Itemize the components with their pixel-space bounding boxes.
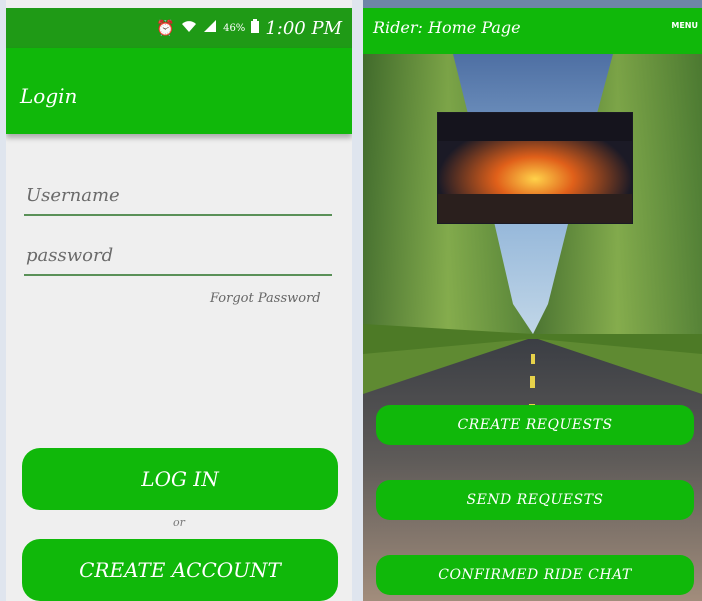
confirmed-ride-chat-button[interactable]: CONFIRMED RIDE CHAT <box>376 555 694 595</box>
status-time: 1:00 PM <box>265 17 342 39</box>
rider-home-screen: Rider: Home Page MENU CREATE REQUESTS SE… <box>363 0 702 601</box>
status-bar: ⏰ 46% 1:00 PM <box>6 8 352 48</box>
username-input[interactable] <box>24 176 332 216</box>
or-separator: or <box>173 516 185 529</box>
password-input[interactable] <box>24 236 332 276</box>
login-app-bar: Login <box>6 48 352 134</box>
wifi-icon <box>181 19 197 37</box>
rider-page-title: Rider: Home Page <box>373 18 521 37</box>
send-requests-button[interactable]: SEND REQUESTS <box>376 480 694 520</box>
menu-button[interactable]: MENU <box>671 21 698 30</box>
create-requests-button[interactable]: CREATE REQUESTS <box>376 405 694 445</box>
create-account-button[interactable]: CREATE ACCOUNT <box>22 539 338 601</box>
battery-percent: 46% <box>223 22 246 34</box>
rider-app-bar: Rider: Home Page MENU <box>363 8 702 54</box>
alarm-clock-icon: ⏰ <box>156 19 176 37</box>
signal-icon <box>203 19 217 37</box>
login-button[interactable]: LOG IN <box>22 448 338 510</box>
battery-icon <box>251 19 260 37</box>
page-title: Login <box>20 84 78 108</box>
login-screen: ⏰ 46% 1:00 PM Login Forgot Password LOG … <box>6 0 352 601</box>
forgot-password-link[interactable]: Forgot Password <box>210 291 321 306</box>
